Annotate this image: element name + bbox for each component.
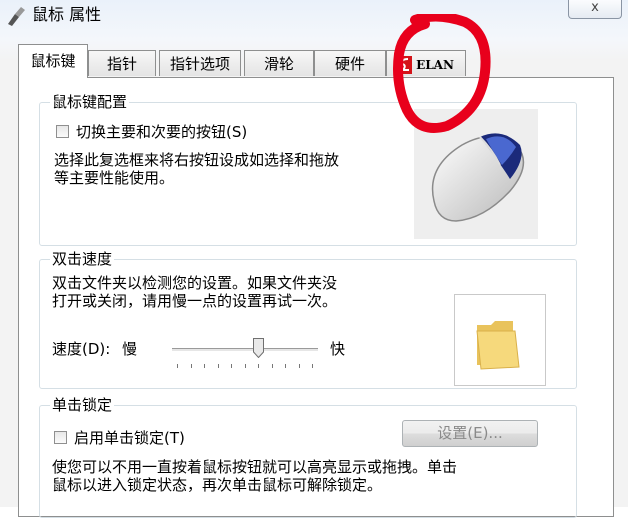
folder-icon[interactable] bbox=[455, 295, 545, 385]
button-config-description: 选择此复选框来将右按钮设成如选择和拖放 bbox=[54, 151, 340, 169]
click-lock-description: 使您可以不用一直按着鼠标按钮就可以高亮显示或拖拽。单击 bbox=[52, 458, 458, 476]
switch-buttons-label: 切换主要和次要的按钮(S) bbox=[76, 123, 248, 141]
tab-label: ELAN bbox=[416, 58, 454, 72]
click-lock-settings-button[interactable]: 设置(E)... bbox=[402, 420, 538, 447]
speed-label: 速度(D): bbox=[52, 340, 111, 358]
slider-tick bbox=[258, 364, 259, 368]
group-title: 双击速度 bbox=[50, 249, 115, 269]
mouse-properties-window: 鼠标 属性 x 鼠标键 指针 指针选项 滑轮 硬件 ELAN 鼠标键配置 切换主… bbox=[0, 0, 628, 518]
fast-label: 快 bbox=[330, 340, 346, 358]
mouse-image-frame bbox=[414, 109, 538, 239]
slider-tick bbox=[217, 364, 219, 368]
tab-pointers[interactable]: 指针 bbox=[88, 50, 156, 76]
tab-label: 指针 bbox=[106, 55, 137, 73]
slider-track bbox=[172, 348, 318, 352]
test-folder-frame[interactable] bbox=[454, 294, 546, 386]
tab-label: 硬件 bbox=[334, 55, 365, 73]
slider-thumb[interactable] bbox=[253, 338, 264, 358]
double-click-description: 打开或关闭，请用慢一点的设置再试一次。 bbox=[52, 292, 338, 310]
slider-tick bbox=[298, 364, 300, 368]
group-title: 单击锁定 bbox=[50, 395, 115, 415]
elan-logo-icon bbox=[398, 55, 413, 74]
tab-strip: 鼠标键 指针 指针选项 滑轮 硬件 ELAN bbox=[18, 42, 538, 78]
group-title: 鼠标键配置 bbox=[50, 92, 130, 112]
slider-tick bbox=[204, 364, 205, 368]
slow-label: 慢 bbox=[122, 340, 138, 358]
tab-label: 指针选项 bbox=[169, 55, 230, 73]
window-title: 鼠标 属性 bbox=[32, 5, 102, 24]
close-icon: x bbox=[591, 0, 599, 15]
tab-label: 鼠标键 bbox=[30, 52, 76, 70]
slider-tick bbox=[190, 364, 192, 368]
tab-mouse-buttons[interactable]: 鼠标键 bbox=[18, 44, 88, 78]
click-lock-group: 单击锁定 启用单击锁定(T) 设置(E)... 使您可以不用一直按着鼠标按钮就可… bbox=[39, 395, 577, 518]
slider-tick bbox=[271, 364, 273, 368]
slider-tick bbox=[231, 364, 232, 368]
button-config-description: 等主要性能使用。 bbox=[54, 169, 175, 187]
slider-tick bbox=[285, 364, 286, 368]
click-lock-checkbox[interactable] bbox=[54, 431, 67, 444]
switch-buttons-checkbox[interactable] bbox=[56, 125, 69, 138]
slider-tick bbox=[312, 364, 313, 368]
button-config-group: 鼠标键配置 切换主要和次要的按钮(S) 选择此复选框来将右按钮设成如选择和拖放 … bbox=[39, 92, 577, 246]
tab-pointer-options[interactable]: 指针选项 bbox=[159, 50, 241, 76]
slider-tick bbox=[244, 364, 246, 368]
click-lock-label: 启用单击锁定(T) bbox=[74, 429, 185, 447]
click-lock-description: 鼠标以进入锁定状态，再次单击鼠标可解除锁定。 bbox=[52, 476, 383, 494]
tab-elan[interactable]: ELAN bbox=[386, 50, 466, 76]
tab-hardware[interactable]: 硬件 bbox=[314, 50, 386, 76]
tab-panel: 鼠标键配置 切换主要和次要的按钮(S) 选择此复选框来将右按钮设成如选择和拖放 … bbox=[18, 77, 614, 518]
double-click-group: 双击速度 双击文件夹以检测您的设置。如果文件夹没 打开或关闭，请用慢一点的设置再… bbox=[39, 249, 577, 389]
double-click-description: 双击文件夹以检测您的设置。如果文件夹没 bbox=[52, 274, 338, 292]
slider-ticks bbox=[172, 364, 318, 370]
slider-tick bbox=[177, 364, 178, 368]
title-bar: 鼠标 属性 x bbox=[0, 0, 628, 32]
tab-wheel[interactable]: 滑轮 bbox=[244, 50, 314, 76]
mouse-pointer-icon bbox=[8, 7, 25, 26]
tab-label: 滑轮 bbox=[263, 55, 294, 73]
close-button[interactable]: x bbox=[568, 0, 622, 19]
double-click-speed-slider[interactable] bbox=[172, 336, 318, 370]
mouse-image bbox=[431, 133, 525, 222]
